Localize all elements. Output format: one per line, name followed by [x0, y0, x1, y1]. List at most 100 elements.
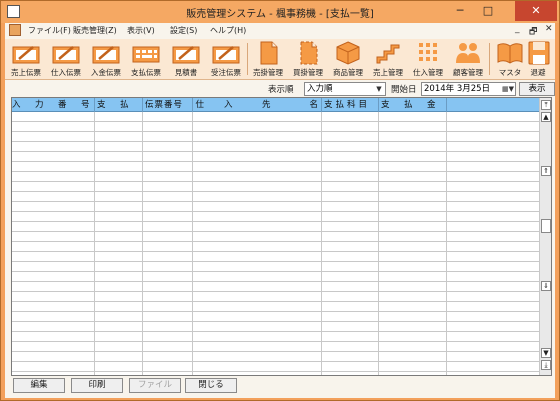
page-up-icon[interactable]: ⇑ [541, 166, 551, 176]
chevron-down-icon: ▼ [376, 85, 382, 93]
grid-rows [12, 112, 541, 375]
slip-icon [172, 46, 200, 64]
payment-list-grid[interactable]: 入 力 番 号 支 払 日 伝票番号 仕 入 先 名 支払科目 支 払 金 額 … [11, 97, 552, 376]
calendar-dropdown-icon: ▦▼ [502, 85, 514, 93]
keyboard-icon [132, 46, 160, 63]
show-button[interactable]: 表示 [519, 82, 555, 96]
table-row[interactable] [12, 282, 541, 292]
file-button[interactable]: ファイル [129, 378, 181, 393]
start-date-label: 開始日 [391, 85, 417, 95]
mdi-minimize-button[interactable]: _ [515, 24, 520, 34]
table-row[interactable] [12, 322, 541, 332]
mdi-restore-button[interactable]: 🗗 [529, 24, 537, 40]
column-header-payment-amount[interactable]: 支 払 金 額 [379, 98, 447, 112]
scroll-top-icon[interactable]: ⤒ [541, 100, 551, 110]
mdi-icon[interactable] [9, 24, 21, 36]
table-row[interactable] [12, 242, 541, 252]
table-row[interactable] [12, 152, 541, 162]
table-row[interactable] [12, 142, 541, 152]
table-row[interactable] [12, 162, 541, 172]
slip-icon [212, 46, 240, 64]
vertical-scrollbar[interactable]: ⤒ ▲ ⇑ ⇓ ▼ ⤓ [539, 98, 551, 375]
start-date-picker[interactable]: 2014年 3月25日 ▦▼ [421, 82, 516, 96]
menu-view[interactable]: 表示(V) [127, 25, 155, 36]
toolbar-button-order-slip[interactable]: 受注伝票 [207, 40, 245, 78]
table-row[interactable] [12, 182, 541, 192]
table-row[interactable] [12, 222, 541, 232]
menu-sales[interactable]: 販売管理(Z) [73, 25, 117, 36]
menu-settings[interactable]: 設定(S) [170, 25, 197, 36]
maximize-button[interactable]: □ [475, 1, 501, 21]
grid-icon [419, 43, 437, 61]
document-dashed-icon [300, 41, 318, 65]
box-icon [336, 41, 360, 65]
toolbar-button-customers[interactable]: 顧客管理 [449, 40, 487, 78]
sort-label: 表示順 [268, 85, 294, 95]
title-bar: 販売管理システム - 楓事務機 - [支払一覧] ─ □ ✕ [1, 1, 559, 23]
table-row[interactable] [12, 232, 541, 242]
table-row[interactable] [12, 132, 541, 142]
toolbar-button-purchase-mgmt[interactable]: 仕入管理 [409, 40, 447, 78]
table-row[interactable] [12, 352, 541, 362]
toolbar-button-deposit-slip[interactable]: 入金伝票 [87, 40, 125, 78]
column-header-supplier-name[interactable]: 仕 入 先 名 [193, 98, 322, 112]
toolbar-button-sales-mgmt[interactable]: 売上管理 [369, 40, 407, 78]
table-row[interactable] [12, 252, 541, 262]
toolbar-button-purchase-slip[interactable]: 仕入伝票 [47, 40, 85, 78]
close-button[interactable]: ✕ [515, 1, 557, 21]
table-row[interactable] [12, 202, 541, 212]
toolbar-button-backup[interactable]: 退避 [519, 40, 557, 78]
mdi-close-button[interactable]: ✕ [545, 24, 553, 34]
column-header-payment-item[interactable]: 支払科目 [322, 98, 379, 112]
table-row[interactable] [12, 292, 541, 302]
toolbar-button-receivables[interactable]: 売掛管理 [249, 40, 287, 78]
main-window: 販売管理システム - 楓事務機 - [支払一覧] ─ □ ✕ ファイル(F) 販… [0, 0, 560, 401]
print-button[interactable]: 印刷 [71, 378, 123, 393]
table-row[interactable] [12, 192, 541, 202]
table-row[interactable] [12, 342, 541, 352]
sort-select-value: 入力順 [307, 84, 333, 94]
toolbar: 売上伝票 仕入伝票 入金伝票 支払伝票 見積書 受注伝票 売掛管理 買掛管理 商… [5, 39, 555, 80]
menu-file[interactable]: ファイル(F) [28, 25, 71, 36]
table-row[interactable] [12, 262, 541, 272]
menu-bar: ファイル(F) 販売管理(Z) 表示(V) 設定(S) ヘルプ(H) _ 🗗 ✕ [5, 23, 555, 39]
scroll-bottom-icon[interactable]: ⤓ [541, 360, 551, 370]
table-row[interactable] [12, 362, 541, 372]
column-header-entry-number[interactable]: 入 力 番 号 [12, 98, 95, 112]
toolbar-button-payables[interactable]: 買掛管理 [289, 40, 327, 78]
close-form-button[interactable]: 閉じる [185, 378, 237, 393]
sort-select[interactable]: 入力順 ▼ [304, 82, 386, 96]
slip-icon [52, 46, 80, 64]
scroll-thumb[interactable] [541, 219, 551, 233]
table-row[interactable] [12, 272, 541, 282]
grid-header: 入 力 番 号 支 払 日 伝票番号 仕 入 先 名 支払科目 支 払 金 額 [12, 98, 541, 112]
scroll-down-icon[interactable]: ▼ [541, 348, 551, 358]
toolbar-button-payment-slip[interactable]: 支払伝票 [127, 40, 165, 78]
stairs-icon [376, 44, 400, 64]
slip-icon [92, 46, 120, 64]
toolbar-button-estimate[interactable]: 見積書 [167, 40, 205, 78]
edit-button[interactable]: 編集 [13, 378, 65, 393]
page-down-icon[interactable]: ⇓ [541, 281, 551, 291]
people-icon [456, 43, 480, 63]
content-area: 表示順 入力順 ▼ 開始日 2014年 3月25日 ▦▼ 表示 入 力 番 号 … [5, 80, 555, 376]
table-row[interactable] [12, 302, 541, 312]
document-icon [260, 41, 278, 65]
toolbar-button-sales-slip[interactable]: 売上伝票 [7, 40, 45, 78]
table-row[interactable] [12, 332, 541, 342]
menu-help[interactable]: ヘルプ(H) [210, 25, 246, 36]
minimize-button[interactable]: ─ [447, 1, 473, 21]
slip-icon [12, 46, 40, 64]
toolbar-button-products[interactable]: 商品管理 [329, 40, 367, 78]
table-row[interactable] [12, 122, 541, 132]
column-header-payment-date[interactable]: 支 払 日 [95, 98, 143, 112]
footer-bar: 編集 印刷 ファイル 閉じる [5, 376, 555, 398]
table-row[interactable] [12, 212, 541, 222]
floppy-icon [528, 41, 550, 65]
table-row[interactable] [12, 112, 541, 122]
table-row[interactable] [12, 312, 541, 322]
table-row[interactable] [12, 172, 541, 182]
scroll-up-icon[interactable]: ▲ [541, 112, 551, 122]
start-date-value: 2014年 3月25日 [424, 84, 491, 94]
column-header-slip-number[interactable]: 伝票番号 [143, 98, 193, 112]
